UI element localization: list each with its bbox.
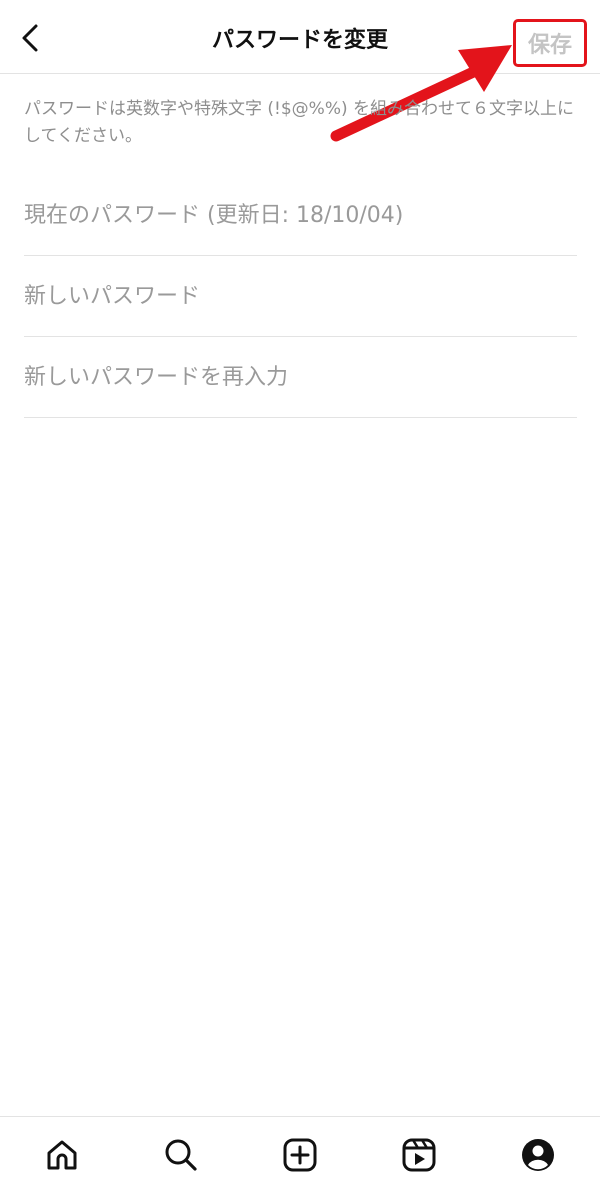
confirm-password-input[interactable] [24,337,577,418]
tab-reels[interactable] [399,1135,439,1175]
tab-search[interactable] [161,1135,201,1175]
tab-home[interactable] [42,1135,82,1175]
password-hint: パスワードは英数字や特殊文字 (!$@%%) を組み合わせて６文字以上にしてくだ… [24,99,575,146]
tab-create[interactable] [280,1135,320,1175]
tab-profile[interactable] [518,1135,558,1175]
save-button-label: 保存 [527,32,572,57]
current-password-input[interactable] [24,175,577,256]
profile-icon [522,1139,554,1171]
header: パスワードを変更 保存 [0,0,600,74]
change-password-screen: パスワードを変更 保存 パスワードは英数字や特殊文字 (!$@%%) を組み合わ… [0,0,600,1200]
save-button[interactable]: 保存 [513,19,587,67]
new-password-input[interactable] [24,256,577,337]
home-icon [47,1140,77,1170]
bottom-tab-bar [0,1116,600,1200]
search-icon [165,1139,197,1171]
reels-icon [402,1138,436,1172]
add-post-icon [283,1138,317,1172]
page-title: パスワードを変更 [211,28,388,53]
